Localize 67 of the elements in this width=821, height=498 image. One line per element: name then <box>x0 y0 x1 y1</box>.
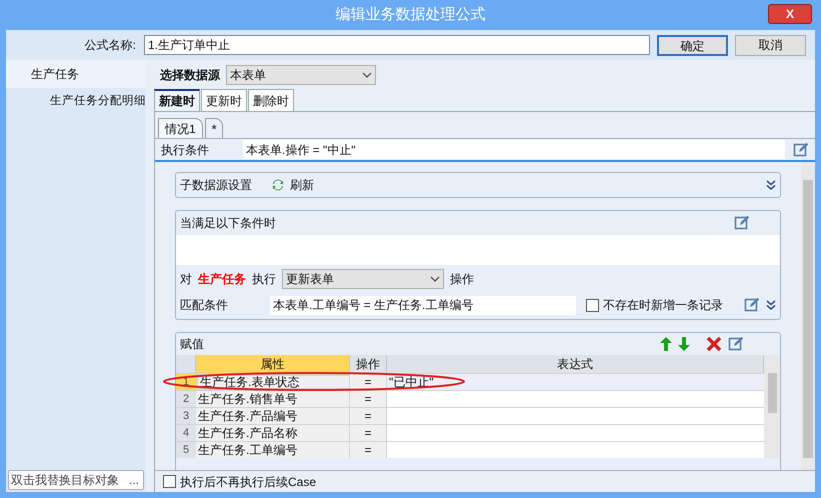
arrow-up-icon[interactable] <box>660 337 672 351</box>
assign-panel-title: 赋值 <box>180 336 205 353</box>
table-cell: 生产任务.产品名称 <box>196 425 350 441</box>
table-cell: = <box>350 442 387 458</box>
datasource-select[interactable]: 本表单 <box>226 65 376 85</box>
formula-name-label: 公式名称: <box>84 37 137 54</box>
dialog-button[interactable]: 确定 <box>657 34 728 56</box>
condition-field[interactable]: 本表单.操作 = "中止" <box>243 140 785 159</box>
refresh-button[interactable]: 刷新 <box>272 176 314 194</box>
tab[interactable]: 更新时 <box>201 89 247 111</box>
target-object-field[interactable]: 双击我替换目标对象 ... <box>8 470 144 490</box>
prefix-text: 对 <box>180 271 192 288</box>
browse-button[interactable]: ... <box>126 471 141 489</box>
caret-icon <box>430 276 440 282</box>
table-cell: 生产任务.工单编号 <box>196 442 350 458</box>
table-cell: = <box>350 391 387 407</box>
table-row[interactable]: 3 生产任务.产品编号 = <box>176 407 764 424</box>
sidebar-item[interactable]: 生产任务 <box>6 60 146 88</box>
row-number: 5 <box>176 442 196 458</box>
formula-name-field[interactable]: 1.生产订单中止 <box>144 35 650 55</box>
table-row[interactable]: 4 生产任务.产品名称 = <box>176 424 764 441</box>
case-tab[interactable]: 情况1 <box>158 118 203 138</box>
scrollbar[interactable] <box>801 162 815 470</box>
column-header[interactable]: 操作 <box>350 355 387 373</box>
action-select[interactable]: 更新表单 <box>282 269 444 289</box>
checkbox[interactable] <box>163 475 176 488</box>
condition-panel-title: 当满足以下条件时 <box>180 215 276 232</box>
edit-icon[interactable] <box>793 142 809 158</box>
double-chevron-down-icon[interactable] <box>766 180 776 190</box>
table-cell: = <box>350 408 387 424</box>
table-scrollbar[interactable] <box>764 355 780 458</box>
verb-text: 执行 <box>252 271 276 288</box>
condition-label: 执行条件 <box>161 142 210 158</box>
edit-icon[interactable] <box>734 215 750 231</box>
table-cell: 生产任务.产品编号 <box>196 408 350 424</box>
tab[interactable]: 删除时 <box>248 89 294 111</box>
column-header[interactable]: 属性 <box>196 355 350 373</box>
case-tab[interactable]: * <box>204 118 224 138</box>
delete-icon[interactable] <box>706 336 722 352</box>
table-row[interactable]: 5 生产任务.工单编号 = <box>176 441 764 458</box>
refresh-icon <box>272 179 284 191</box>
target-object-text: 双击我替换目标对象 <box>11 472 120 489</box>
row-number: 3 <box>176 408 196 424</box>
close-button[interactable]: X <box>768 4 812 24</box>
table-row[interactable]: 2 生产任务.销售单号 = <box>176 390 764 407</box>
tab[interactable]: 新建时 <box>154 89 200 111</box>
match-field[interactable]: 本表单.工单编号 = 生产任务.工单编号 <box>270 296 576 314</box>
double-chevron-down-icon[interactable] <box>766 300 776 310</box>
suffix-text: 操作 <box>450 271 474 288</box>
table-cell: = <box>350 425 387 441</box>
datasource-label: 选择数据源 <box>160 67 220 84</box>
row-number: 4 <box>176 425 196 441</box>
sub-datasource-title: 子数据源设置 <box>180 177 252 194</box>
dialog-button[interactable]: 取消 <box>735 34 806 56</box>
table-cell: 生产任务.销售单号 <box>196 391 350 407</box>
target-name: 生产任务 <box>198 271 246 288</box>
edit-icon[interactable] <box>728 336 744 352</box>
match-label: 匹配条件 <box>180 297 229 314</box>
checkbox[interactable] <box>586 298 599 312</box>
caret-icon <box>362 72 372 78</box>
checkbox-label: 不存在时新增一条记录 <box>603 297 723 314</box>
row-number: 2 <box>176 391 196 407</box>
arrow-down-icon[interactable] <box>678 337 690 351</box>
window-title: 编辑业务数据处理公式 <box>336 4 486 25</box>
checkbox-label: 执行后不再执行后续Case <box>180 474 316 490</box>
edit-icon[interactable] <box>744 297 760 313</box>
sidebar-item[interactable]: 生产任务分配明细 <box>6 88 146 116</box>
